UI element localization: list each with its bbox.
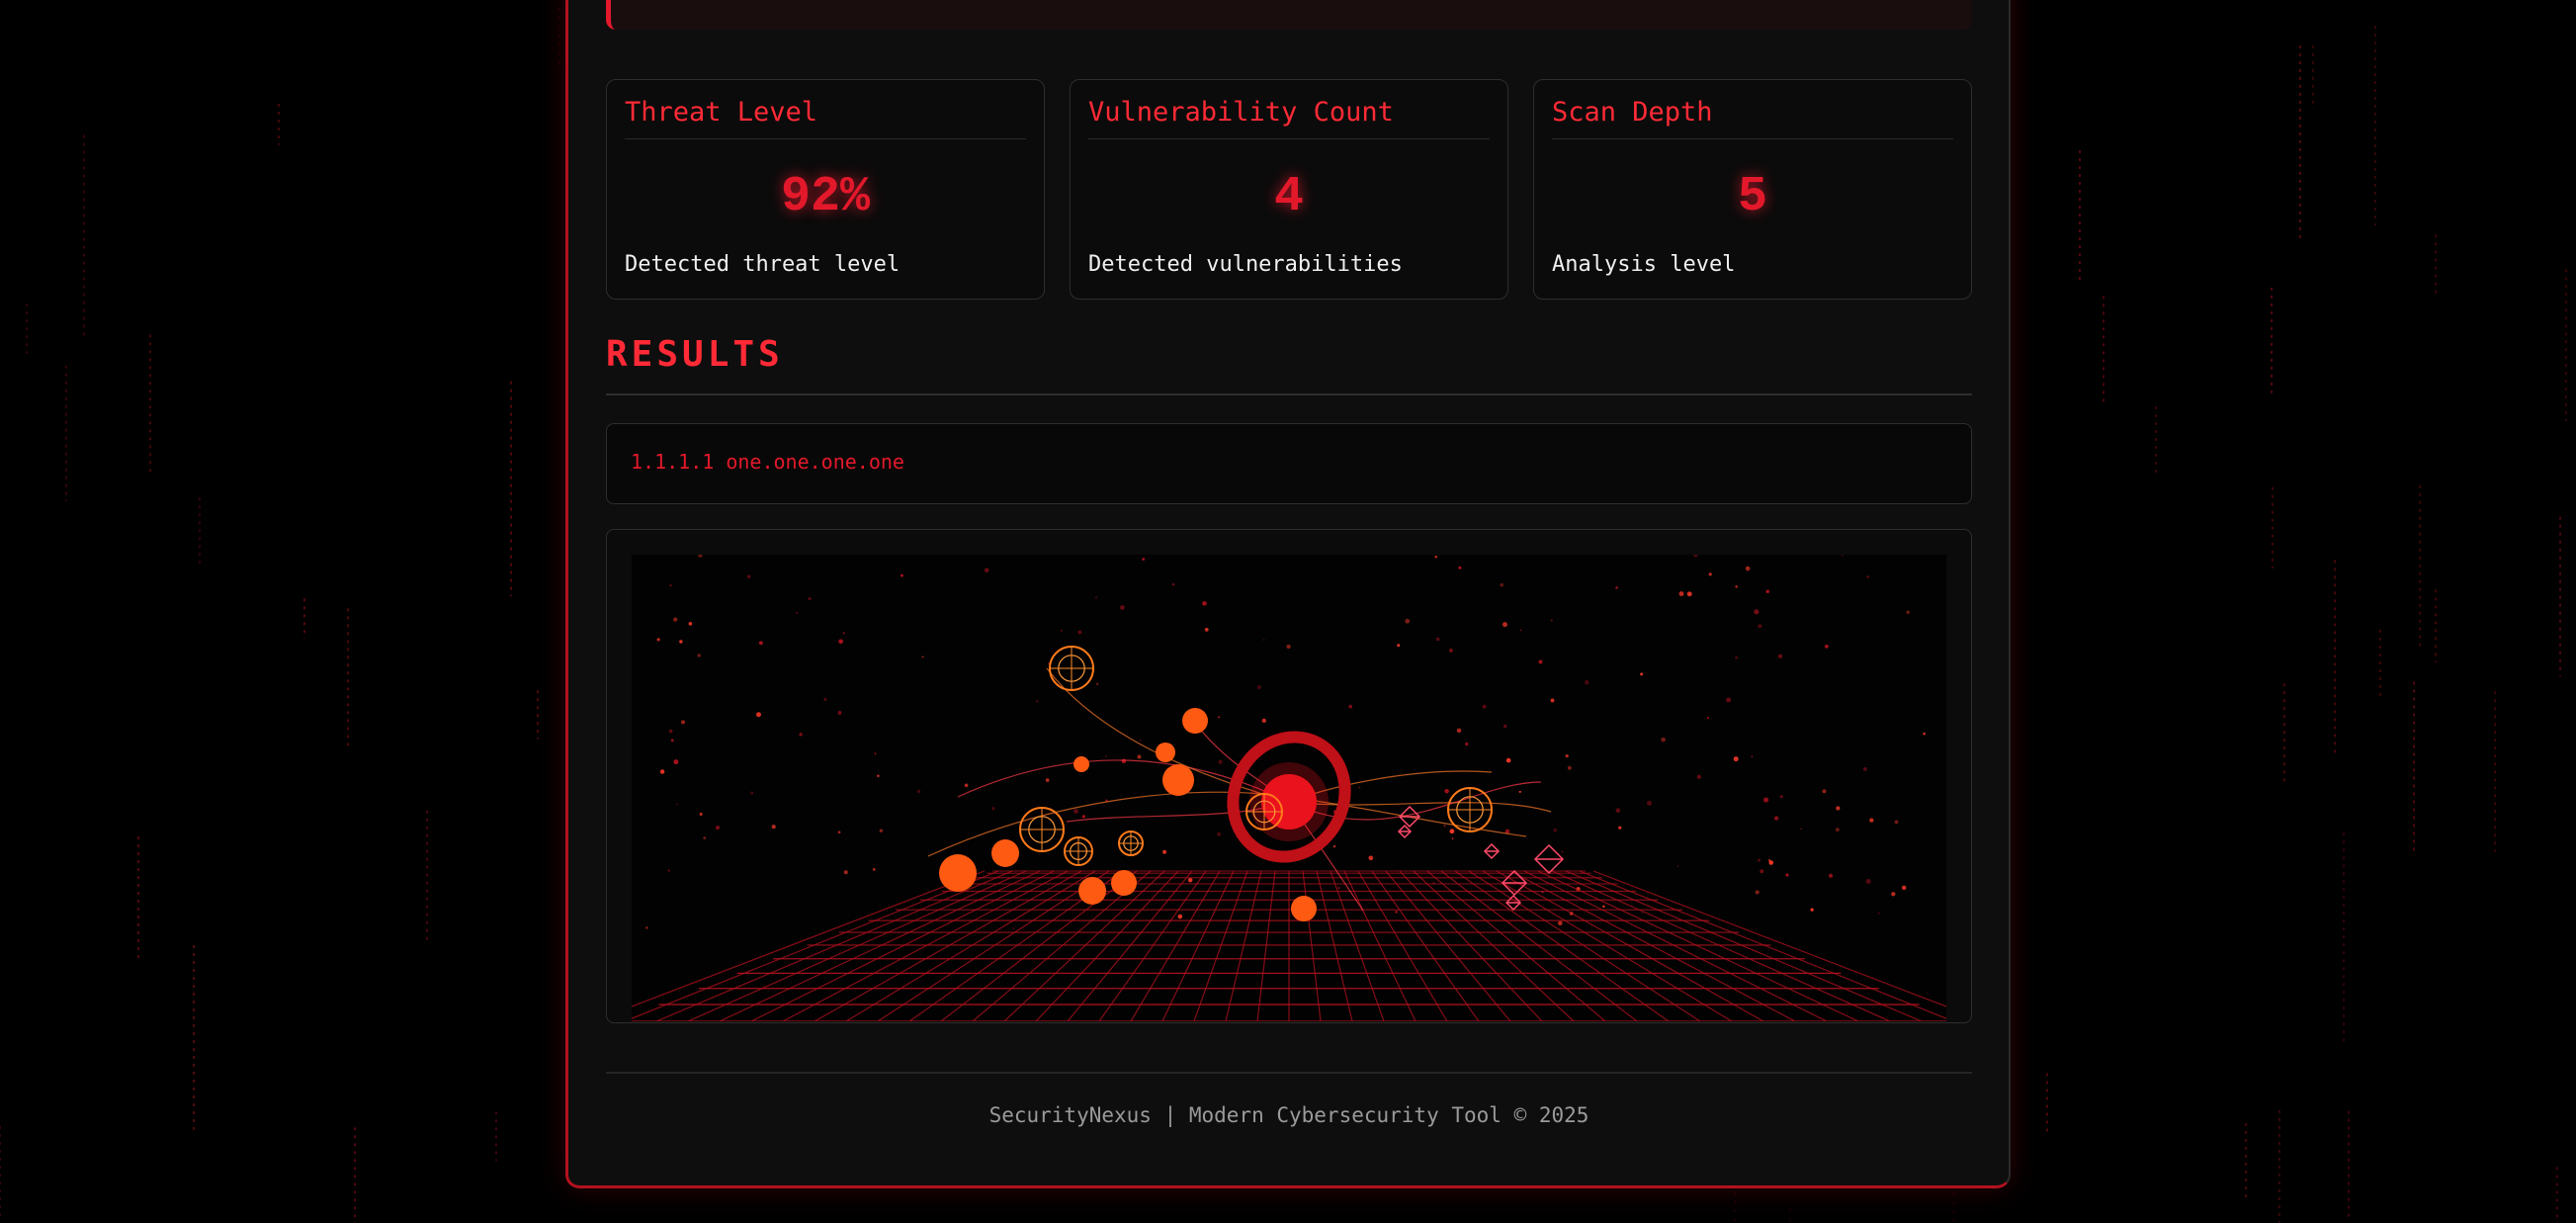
scan-depth-value: 5 (1737, 169, 1767, 225)
results-heading: RESULTS (606, 334, 784, 375)
scan-depth-card: Scan Depth 5 Analysis level (1533, 79, 1972, 300)
card-title: Vulnerability Count (1088, 96, 1490, 139)
card-title: Threat Level (625, 96, 1026, 139)
results-output-box[interactable]: 1.1.1.1 one.one.one.one (606, 423, 1972, 504)
footer-divider (606, 1072, 1972, 1074)
footer-text: SecurityNexus | Modern Cybersecurity Too… (988, 1103, 1589, 1127)
vulnerability-count-card: Vulnerability Count 4 Detected vulnerabi… (1070, 79, 1508, 300)
results-divider (606, 393, 1972, 395)
network-visualization-container (606, 529, 1972, 1023)
card-description: Detected vulnerabilities (1088, 252, 1403, 277)
card-description: Analysis level (1552, 252, 1736, 277)
vulnerability-count-value: 4 (1273, 169, 1304, 225)
results-output-text: 1.1.1.1 one.one.one.one (631, 450, 904, 474)
header-strip (606, 0, 1972, 30)
threat-level-value: 92% (780, 169, 870, 225)
card-description: Detected threat level (625, 252, 901, 277)
network-3d-visualization[interactable] (632, 555, 1946, 1021)
card-title: Scan Depth (1552, 96, 1953, 139)
threat-level-card: Threat Level 92% Detected threat level (606, 79, 1045, 300)
